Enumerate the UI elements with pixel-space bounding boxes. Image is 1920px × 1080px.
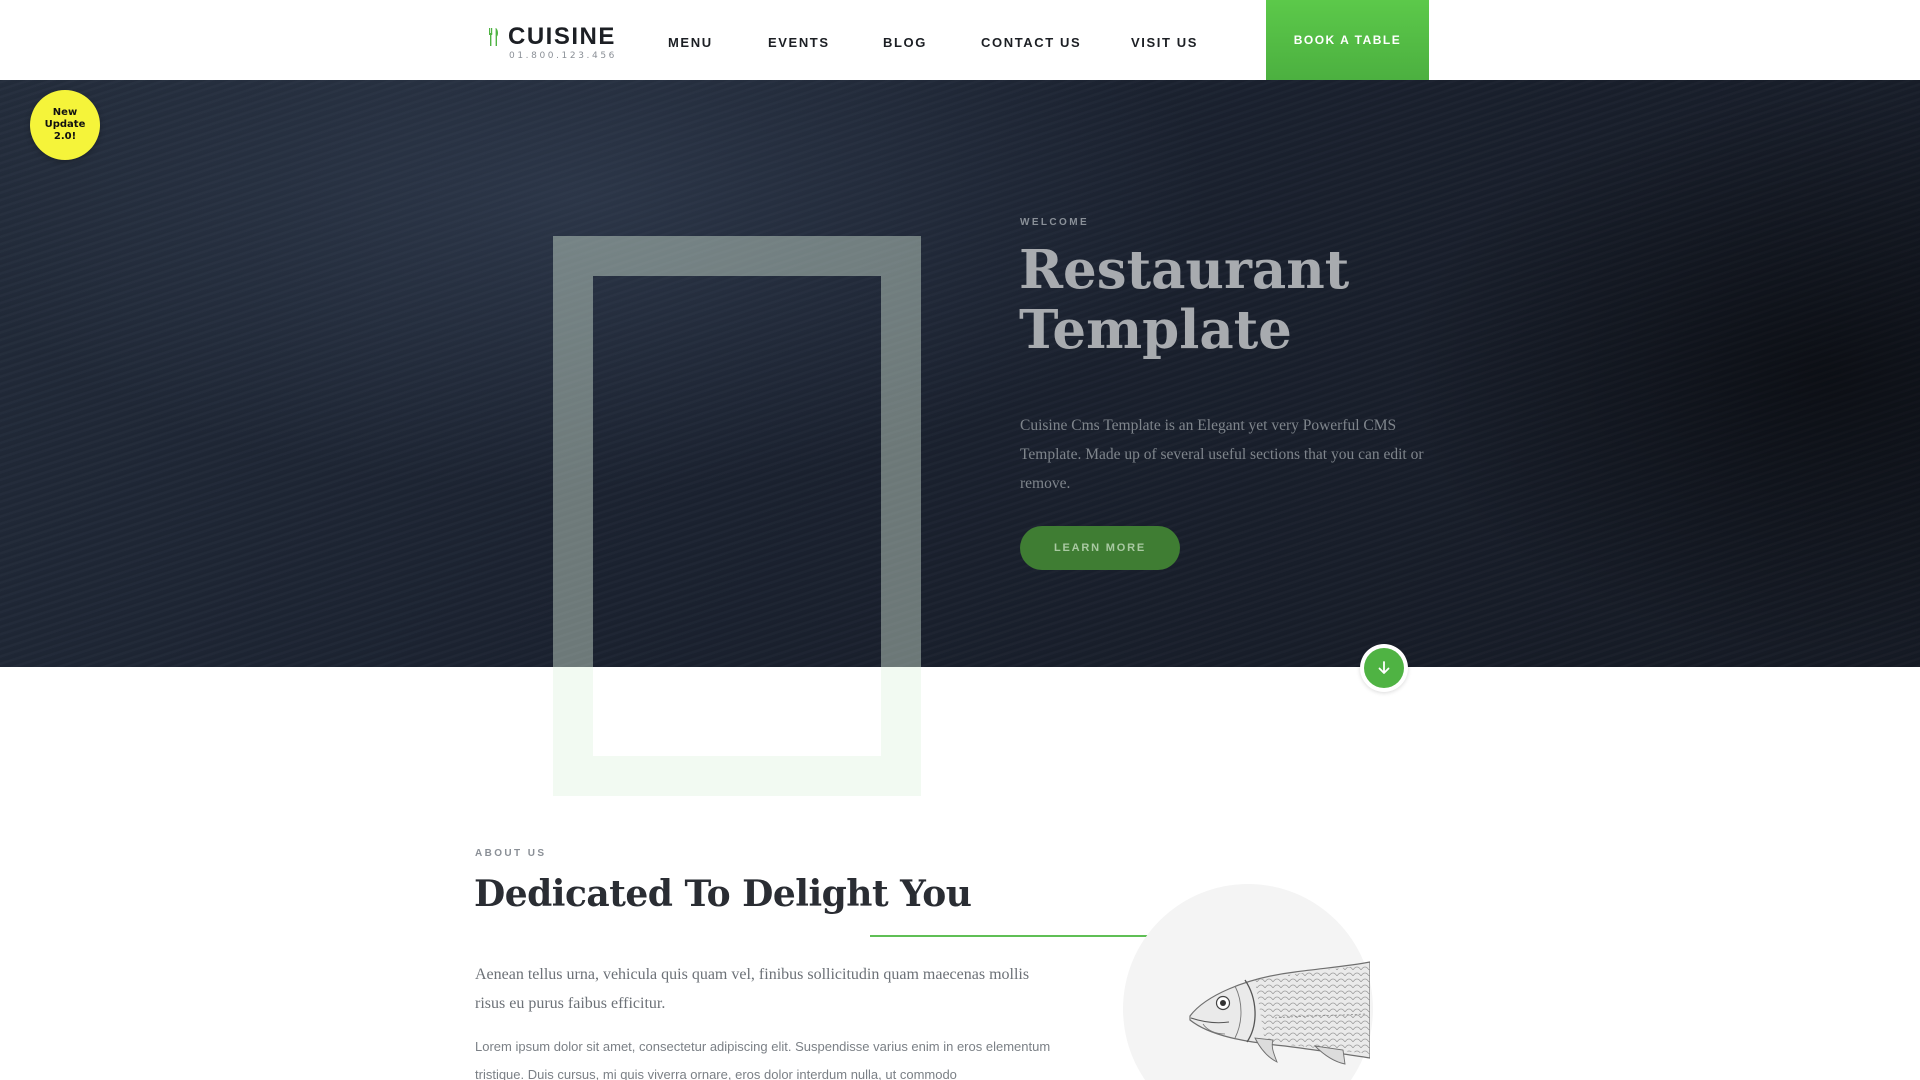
nav-item-visit-us[interactable]: VISIT US: [1131, 35, 1198, 50]
new-update-badge[interactable]: New Update 2.0!: [30, 90, 100, 160]
decorative-frame: [553, 236, 921, 796]
nav-item-blog[interactable]: BLOG: [883, 35, 927, 50]
book-a-table-button[interactable]: BOOK A TABLE: [1266, 0, 1429, 80]
nav-item-menu[interactable]: MENU: [668, 35, 713, 50]
hero-eyebrow: WELCOME: [1020, 217, 1090, 228]
logo-phone: 01.800.123.456: [509, 51, 617, 61]
fish-illustration: [1189, 961, 1370, 1065]
about-title: Dedicated To Delight You: [474, 873, 972, 915]
fork-knife-icon: [489, 28, 499, 46]
logo-text: CUISINE: [508, 23, 616, 50]
badge-text: New Update 2.0!: [45, 107, 86, 143]
scroll-down-circle: [1364, 648, 1404, 688]
about-lead-text: Aenean tellus urna, vehicula quis quam v…: [475, 966, 1030, 1012]
hero-section: [0, 80, 1920, 667]
arrow-down-icon: [1378, 661, 1390, 674]
about-eyebrow: ABOUT US: [475, 848, 547, 859]
badge-line-3: 2.0!: [53, 131, 77, 142]
about-body-text: Lorem ipsum dolor sit amet, consectetur …: [475, 1039, 1051, 1080]
badge-line-2: Update: [44, 119, 86, 130]
site-header: CUISINE 01.800.123.456 MENU EVENTS BLOG …: [0, 0, 1920, 80]
hero-description: Cuisine Cms Template is an Elegant yet v…: [1020, 417, 1424, 492]
scroll-down-button[interactable]: [1360, 644, 1408, 692]
badge-line-1: New: [52, 107, 78, 118]
nav-item-events[interactable]: EVENTS: [768, 35, 830, 50]
hero-title: Restaurant Template: [1019, 239, 1350, 361]
nav-item-contact-us[interactable]: CONTACT US: [981, 35, 1081, 50]
learn-more-button[interactable]: LEARN MORE: [1020, 526, 1180, 570]
